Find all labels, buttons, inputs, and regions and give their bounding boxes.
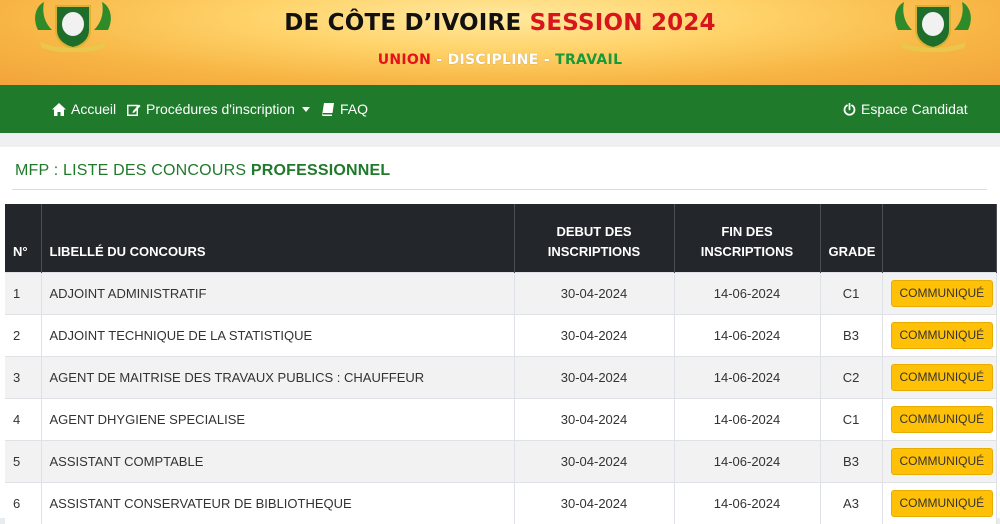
title-session-part: SESSION 2024: [530, 10, 716, 36]
communique-button[interactable]: COMMUNIQUÉ: [891, 448, 994, 475]
header-banner: DE CÔTE D’IVOIRE SESSION 2024 UNION - DI…: [0, 0, 1000, 85]
col-header-grade: GRADE: [820, 204, 882, 273]
power-icon: [843, 103, 856, 116]
communique-button[interactable]: COMMUNIQUÉ: [891, 406, 994, 433]
cell-end-date: 14-06-2024: [674, 315, 820, 357]
page-title: MFP : LISTE DES CONCOURS PROFESSIONNEL: [15, 162, 390, 180]
col-header-label: LIBELLÉ DU CONCOURS: [41, 204, 514, 273]
page-title-bold: PROFESSIONNEL: [251, 162, 391, 179]
col-header-start: DEBUT DESINSCRIPTIONS: [514, 204, 674, 273]
communique-button[interactable]: COMMUNIQUÉ: [891, 490, 994, 517]
cell-end-date: 14-06-2024: [674, 441, 820, 483]
nav-procedures-dropdown[interactable]: Procédures d'inscription: [127, 85, 315, 133]
col-header-action: [882, 204, 996, 273]
cell-number: 4: [5, 399, 41, 441]
page-banner-title: DE CÔTE D’IVOIRE SESSION 2024: [0, 10, 1000, 36]
national-motto: UNION - DISCIPLINE - TRAVAIL: [0, 52, 1000, 68]
cell-action: COMMUNIQUÉ: [882, 357, 996, 399]
cell-label: ADJOINT ADMINISTRATIF: [41, 273, 514, 315]
nav-procedures-label: Procédures d'inscription: [146, 101, 295, 117]
cell-number: 5: [5, 441, 41, 483]
communique-button[interactable]: COMMUNIQUÉ: [891, 322, 994, 349]
cell-end-date: 14-06-2024: [674, 273, 820, 315]
motto-discipline: DISCIPLINE: [448, 52, 539, 68]
home-icon: [52, 103, 66, 116]
cell-grade: C2: [820, 357, 882, 399]
caret-down-icon: [302, 107, 310, 112]
table-row: 5 ASSISTANT COMPTABLE 30-04-2024 14-06-2…: [5, 441, 996, 483]
cell-start-date: 30-04-2024: [514, 273, 674, 315]
cell-grade: B3: [820, 315, 882, 357]
page-title-prefix: MFP : LISTE DES CONCOURS: [15, 162, 251, 179]
table-row: 4 AGENT DHYGIENE SPECIALISE 30-04-2024 1…: [5, 399, 996, 441]
title-divider: [12, 189, 987, 190]
nav-candidate-space-link[interactable]: Espace Candidat: [843, 85, 968, 133]
cell-end-date: 14-06-2024: [674, 399, 820, 441]
competitions-table: N° LIBELLÉ DU CONCOURS DEBUT DESINSCRIPT…: [5, 204, 997, 524]
main-navbar: Accueil Procédures d'inscription FAQ Esp…: [0, 85, 1000, 133]
cell-label: AGENT DHYGIENE SPECIALISE: [41, 399, 514, 441]
motto-separator: -: [539, 52, 555, 68]
nav-home-link[interactable]: Accueil: [52, 85, 116, 133]
cell-action: COMMUNIQUÉ: [882, 315, 996, 357]
col-header-number: N°: [5, 204, 41, 273]
cell-label: ASSISTANT COMPTABLE: [41, 441, 514, 483]
cell-start-date: 30-04-2024: [514, 441, 674, 483]
cell-number: 1: [5, 273, 41, 315]
table-header-row: N° LIBELLÉ DU CONCOURS DEBUT DESINSCRIPT…: [5, 204, 996, 273]
cell-label: AGENT DE MAITRISE DES TRAVAUX PUBLICS : …: [41, 357, 514, 399]
cell-start-date: 30-04-2024: [514, 357, 674, 399]
table-row: 3 AGENT DE MAITRISE DES TRAVAUX PUBLICS …: [5, 357, 996, 399]
nav-faq-label: FAQ: [340, 101, 368, 117]
cell-start-date: 30-04-2024: [514, 399, 674, 441]
table-row: 2 ADJOINT TECHNIQUE DE LA STATISTIQUE 30…: [5, 315, 996, 357]
cell-label: ADJOINT TECHNIQUE DE LA STATISTIQUE: [41, 315, 514, 357]
communique-button[interactable]: COMMUNIQUÉ: [891, 364, 994, 391]
cell-end-date: 14-06-2024: [674, 357, 820, 399]
cell-grade: B3: [820, 441, 882, 483]
title-black-part: DE CÔTE D’IVOIRE: [284, 10, 521, 36]
communique-button[interactable]: COMMUNIQUÉ: [891, 280, 994, 307]
cell-action: COMMUNIQUÉ: [882, 273, 996, 315]
cell-action: COMMUNIQUÉ: [882, 399, 996, 441]
cell-start-date: 30-04-2024: [514, 315, 674, 357]
nav-faq-link[interactable]: FAQ: [322, 85, 368, 133]
motto-union: UNION: [378, 52, 431, 68]
content-top-strip: [0, 133, 1000, 147]
motto-travail: TRAVAIL: [555, 52, 622, 68]
nav-home-label: Accueil: [71, 101, 116, 117]
cell-action: COMMUNIQUÉ: [882, 441, 996, 483]
main-content: MFP : LISTE DES CONCOURS PROFESSIONNEL N…: [0, 133, 1000, 518]
nav-candidate-label: Espace Candidat: [861, 101, 968, 117]
cell-number: 3: [5, 357, 41, 399]
edit-icon: [127, 103, 141, 116]
book-icon: [322, 103, 335, 116]
cell-number: 2: [5, 315, 41, 357]
cell-grade: C1: [820, 273, 882, 315]
motto-separator: -: [431, 52, 447, 68]
col-header-end: FIN DESINSCRIPTIONS: [674, 204, 820, 273]
cell-grade: C1: [820, 399, 882, 441]
table-row: 1 ADJOINT ADMINISTRATIF 30-04-2024 14-06…: [5, 273, 996, 315]
